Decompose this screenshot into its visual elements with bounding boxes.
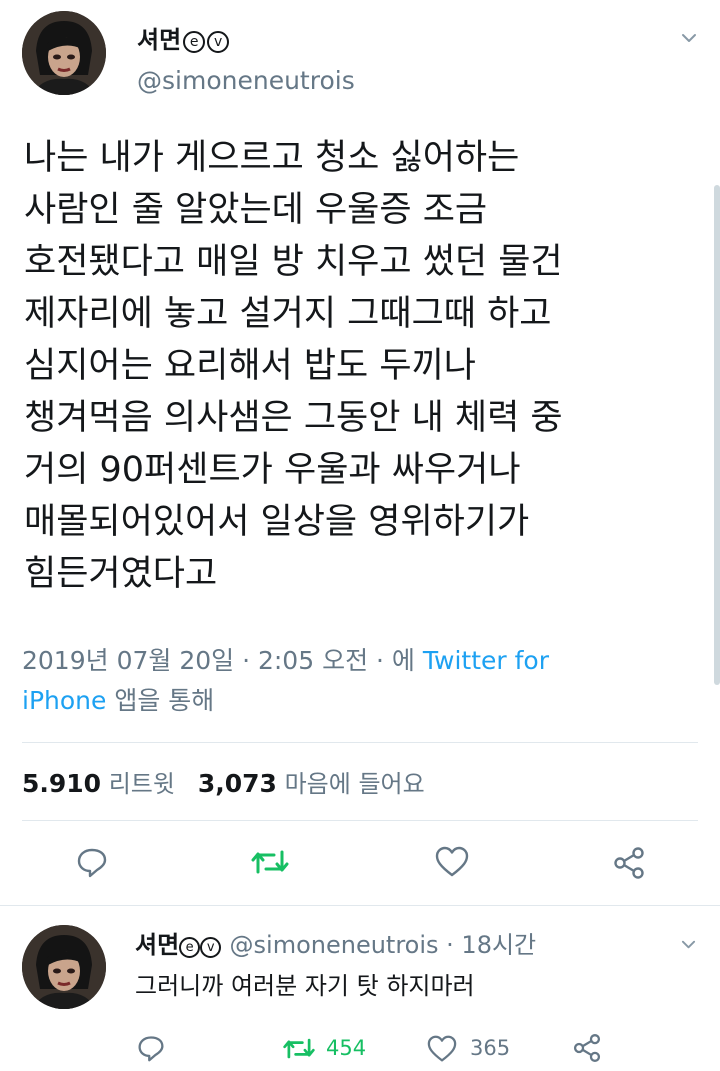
like-count: 3,073 bbox=[197, 769, 277, 798]
retweet-label: 리트윗 bbox=[108, 770, 175, 798]
scrollbar[interactable] bbox=[714, 185, 720, 685]
chevron-down-icon[interactable] bbox=[681, 30, 697, 46]
reply-author-line[interactable]: 셔면 e v @simoneneutrois · 18시간 bbox=[135, 925, 536, 960]
reply-retweet-count: 454 bbox=[326, 1036, 367, 1060]
reply-icon[interactable] bbox=[76, 846, 108, 878]
heart-icon[interactable] bbox=[435, 846, 469, 878]
reply-handle-time: @simoneneutrois · 18시간 bbox=[229, 931, 537, 959]
tweet-author-name[interactable]: 셔면 e v bbox=[137, 20, 230, 55]
share-icon[interactable] bbox=[572, 1033, 602, 1063]
heart-icon[interactable] bbox=[427, 1035, 457, 1063]
v-badge-icon: v bbox=[200, 937, 222, 958]
divider bbox=[22, 820, 698, 821]
reply-icon[interactable] bbox=[137, 1034, 165, 1062]
share-icon[interactable] bbox=[612, 846, 646, 880]
source-suffix: 앱을 통해 bbox=[114, 686, 215, 715]
avatar-image bbox=[22, 11, 106, 95]
tweet-text-line: 심지어는 요리해서 밥도 두끼나 bbox=[24, 346, 476, 386]
tweet-text-line: 힘든거였다고 bbox=[24, 554, 218, 594]
tweet-text-line: 호전됐다고 매일 방 치우고 썼던 물건 bbox=[24, 242, 563, 282]
like-label: 마음에 들어요 bbox=[284, 770, 425, 798]
tweet-text-line: 나는 내가 게으르고 청소 싫어하는 bbox=[24, 138, 520, 178]
retweet-icon[interactable] bbox=[282, 1035, 316, 1062]
e-badge-icon: e bbox=[179, 937, 201, 958]
v-badge-icon: v bbox=[207, 31, 230, 53]
tweet-timestamp-source: 2019년 07월 20일 · 2:05 오전 · 에 Twitter for … bbox=[22, 641, 662, 721]
retweet-stat[interactable]: 5.910 리트윗 bbox=[22, 769, 175, 798]
chevron-down-icon[interactable] bbox=[681, 937, 696, 952]
tweet-text-line: 거의 90퍼센트가 우울과 싸우거나 bbox=[24, 450, 521, 490]
tweet-stats: 5.910 리트윗 3,073 마음에 들어요 bbox=[22, 764, 425, 799]
avatar[interactable] bbox=[22, 11, 106, 95]
section-divider bbox=[0, 905, 720, 906]
tweet-text-line: 매몰되어있어서 일상을 영위하기가 bbox=[24, 502, 530, 542]
author-name-text: 셔면 bbox=[137, 26, 182, 54]
tweet-timestamp: 2019년 07월 20일 · 2:05 오전 · 에 bbox=[22, 646, 415, 675]
source-link[interactable]: Twitter for bbox=[423, 646, 549, 675]
tweet-text: 나는 내가 게으르고 청소 싫어하는 사람인 줄 알았는데 우울증 조금 호전됐… bbox=[24, 132, 704, 600]
reply-like-count: 365 bbox=[470, 1036, 511, 1060]
tweet-text-line: 사람인 줄 알았는데 우울증 조금 bbox=[24, 190, 488, 230]
retweet-count: 5.910 bbox=[22, 769, 102, 798]
tweet-text-line: 제자리에 놓고 설거지 그때그때 하고 bbox=[24, 294, 552, 334]
like-stat[interactable]: 3,073 마음에 들어요 bbox=[197, 769, 425, 798]
reply-text: 그러니까 여러분 자기 탓 하지마러 bbox=[135, 972, 475, 1000]
tweet-author-handle[interactable]: @simoneneutrois bbox=[137, 66, 355, 95]
retweet-icon[interactable] bbox=[250, 846, 290, 878]
divider bbox=[22, 742, 698, 743]
source-link-continued[interactable]: iPhone bbox=[22, 686, 106, 715]
reply-avatar[interactable] bbox=[22, 925, 106, 1009]
e-badge-icon: e bbox=[183, 31, 206, 53]
tweet-text-line: 챙겨먹음 의사샘은 그동안 내 체력 중 bbox=[24, 398, 563, 438]
reply-author-name: 셔면 bbox=[135, 931, 180, 959]
avatar-image bbox=[22, 925, 106, 1009]
